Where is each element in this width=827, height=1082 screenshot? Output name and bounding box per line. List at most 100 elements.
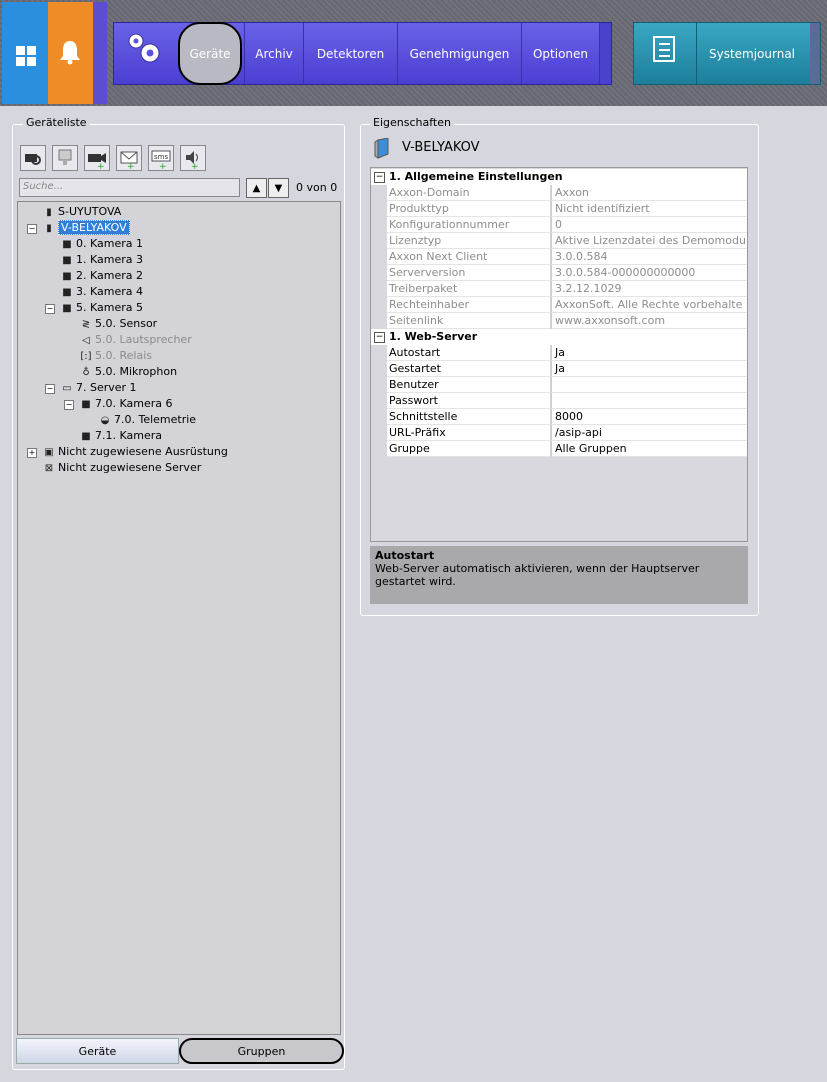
property-row[interactable]: URL-Präfix/asip-api: [387, 425, 747, 441]
property-value[interactable]: [551, 377, 747, 393]
property-key: Produkttyp: [387, 201, 550, 217]
tree-item[interactable]: ■ 0. Kamera 1: [58, 236, 143, 252]
bell-icon: [59, 39, 81, 70]
tree-item-label: S-UYUTOVA: [58, 205, 122, 218]
tree-item-label: 0. Kamera 1: [76, 237, 143, 250]
accent-tile: [93, 2, 107, 104]
add-email-button[interactable]: +: [116, 145, 142, 172]
collapse-icon[interactable]: −: [45, 304, 55, 314]
search-prev-button[interactable]: ▲: [246, 178, 267, 198]
collapse-icon[interactable]: −: [45, 384, 55, 394]
property-value[interactable]: /asip-api: [551, 425, 747, 441]
tab-geraete[interactable]: Geräte: [16, 1038, 179, 1064]
tab-gruppen[interactable]: Gruppen: [179, 1038, 344, 1064]
device-search-button[interactable]: [20, 145, 46, 171]
collapse-icon[interactable]: −: [374, 171, 385, 183]
collapse-icon[interactable]: −: [374, 331, 385, 343]
property-key: URL-Präfix: [387, 425, 550, 441]
collapse-icon[interactable]: −: [27, 224, 37, 234]
property-value[interactable]: Ja: [551, 361, 747, 377]
rack-server-icon: ▭: [62, 383, 72, 394]
property-row[interactable]: Autostart Ja: [387, 345, 747, 361]
settings-gear-icon[interactable]: [114, 23, 176, 84]
checklist-icon: [634, 23, 697, 84]
search-next-button[interactable]: ▼: [268, 178, 289, 198]
device-search-input[interactable]: Suche...: [19, 178, 240, 197]
property-value: Aktive Lizenzdatei des Demomodu: [551, 233, 747, 249]
property-value: www.axxonsoft.com: [551, 313, 747, 329]
category-header[interactable]: −1. Web-Server: [371, 329, 747, 345]
tree-item[interactable]: ■ 2. Kamera 2: [58, 268, 143, 284]
property-value[interactable]: [551, 393, 747, 409]
tree-item-label: 2. Kamera 2: [76, 269, 143, 282]
tree-item[interactable]: [:] 5.0. Relais: [77, 348, 152, 364]
property-value: 0: [551, 217, 747, 233]
property-row: Axxon-Domain Axxon: [387, 185, 747, 201]
category-header[interactable]: −1. Allgemeine Einstellungen: [371, 169, 747, 185]
nav-tab-archiv[interactable]: Archiv: [244, 23, 303, 84]
tree-item[interactable]: ■ 7.1. Kamera: [77, 428, 162, 444]
property-row[interactable]: Passwort: [387, 393, 747, 409]
tree-item-label: 5.0. Sensor: [95, 317, 158, 330]
camera-icon: ■: [81, 431, 91, 442]
add-audio-button[interactable]: +: [180, 145, 206, 172]
tree-item[interactable]: ■ 5. Kamera 5: [58, 300, 143, 316]
tree-item[interactable]: ◁ 5.0. Lautsprecher: [77, 332, 192, 348]
microphone-icon: ♁: [82, 367, 90, 378]
tree-item[interactable]: ◒ 7.0. Telemetrie: [96, 412, 196, 428]
alarms-tile[interactable]: [48, 2, 93, 104]
svg-text:sms: sms: [154, 153, 168, 161]
collapse-icon[interactable]: −: [64, 400, 74, 410]
nav-tab-geraete[interactable]: Geräte: [178, 22, 242, 85]
relay-icon: [:]: [80, 351, 92, 362]
property-value: Axxon: [551, 185, 747, 201]
property-row: Rechteinhaber AxxonSoft. Alle Rechte vorb…: [387, 297, 747, 313]
property-row[interactable]: Gestartet Ja: [387, 361, 747, 377]
nav-tab-genehmigungen-label: Genehmigungen: [409, 46, 510, 61]
windows-menu-tile[interactable]: [2, 2, 48, 104]
add-server-button[interactable]: [52, 145, 78, 171]
add-sms-button[interactable]: sms +: [148, 145, 174, 172]
tree-item[interactable]: ■ 3. Kamera 4: [58, 284, 143, 300]
tree-item[interactable]: ■ 1. Kamera 3: [58, 252, 143, 268]
property-key: Gruppe: [387, 441, 550, 457]
property-value[interactable]: 8000: [551, 409, 747, 425]
tree-item[interactable]: ▮ S-UYUTOVA: [40, 204, 121, 220]
nav-tab-optionen[interactable]: Optionen: [521, 23, 599, 84]
property-row[interactable]: Schnittstelle 8000: [387, 409, 747, 425]
property-value[interactable]: Ja: [551, 345, 747, 361]
property-key: Lizenztyp: [387, 233, 550, 249]
tree-item-label: 7. Server 1: [76, 381, 137, 394]
search-result-count: 0 von 0: [296, 181, 338, 194]
property-row[interactable]: Gruppe Alle Gruppen: [387, 441, 747, 457]
tree-item[interactable]: ♁ 5.0. Mikrophon: [77, 364, 177, 380]
add-camera-button[interactable]: +: [84, 145, 110, 172]
tree-item[interactable]: ▭ 7. Server 1: [58, 380, 137, 396]
server-icon: ▮: [46, 207, 52, 218]
chevron-up-icon: ▲: [252, 182, 261, 194]
tree-item[interactable]: ▣ Nicht zugewiesene Ausrüstung: [40, 444, 228, 460]
server-icon: ▮: [46, 223, 52, 234]
tree-item-label: V-BELYAKOV: [58, 220, 130, 235]
camera-icon: ■: [62, 255, 72, 266]
windows-icon: [16, 46, 37, 67]
sensor-icon: ≷: [81, 319, 91, 330]
tree-item-label: Nicht zugewiesene Ausrüstung: [58, 445, 228, 458]
nav-tab-optionen-label: Optionen: [532, 46, 589, 61]
tab-gruppen-label: Gruppen: [237, 1044, 286, 1058]
property-key: Konfigurationnummer: [387, 217, 550, 233]
tree-item[interactable]: ⊠ Nicht zugewiesene Server: [40, 460, 201, 476]
expand-icon[interactable]: +: [27, 448, 37, 458]
property-row[interactable]: Benutzer: [387, 377, 747, 393]
camera-icon: ■: [81, 399, 91, 410]
property-row: Seitenlink www.axxonsoft.com: [387, 313, 747, 329]
tree-item[interactable]: ■ 7.0. Kamera 6: [77, 396, 172, 412]
nav-tab-genehmigungen[interactable]: Genehmigungen: [397, 23, 521, 84]
systemjournal-button[interactable]: Systemjournal: [633, 22, 821, 85]
property-value[interactable]: Alle Gruppen: [551, 441, 747, 457]
nav-tab-detektoren[interactable]: Detektoren: [303, 23, 397, 84]
tree-item[interactable]: ≷ 5.0. Sensor: [77, 316, 157, 332]
camera-icon: ■: [62, 239, 72, 250]
tree-item-selected[interactable]: ▮ V-BELYAKOV: [40, 220, 130, 236]
sms-icon: sms+: [151, 150, 171, 172]
